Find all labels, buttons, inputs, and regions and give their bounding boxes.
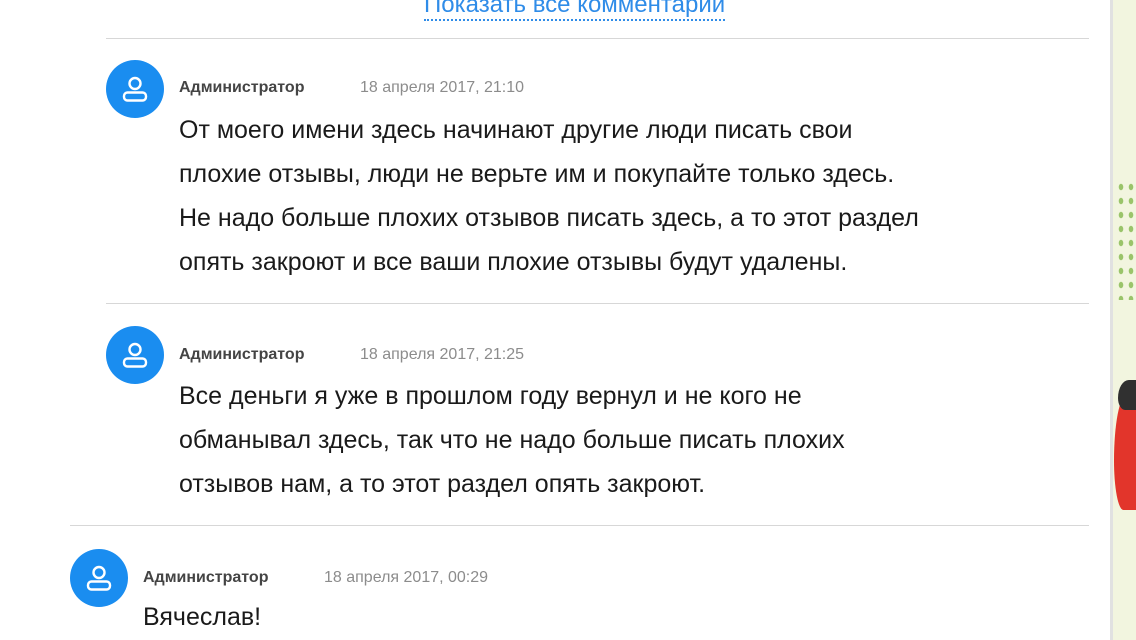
- comment-date: 18 апреля 2017, 21:10: [360, 79, 525, 96]
- user-icon: [122, 76, 148, 102]
- background-bird-image: [1118, 380, 1136, 410]
- comment-author[interactable]: Администратор: [179, 79, 304, 97]
- comment-text-line: обманывал здесь, так что не надо больше …: [179, 426, 845, 454]
- comment-text-line: отзывов нам, а то этот раздел опять закр…: [179, 470, 706, 498]
- avatar[interactable]: [70, 549, 128, 607]
- comment-date: 18 апреля 2017, 21:25: [360, 346, 525, 363]
- avatar[interactable]: [106, 60, 164, 118]
- comment-author[interactable]: Администратор: [179, 346, 304, 364]
- comment-text-line: плохие отзывы, люди не верьте им и покуп…: [179, 160, 895, 188]
- comment-text: Вячеслав!: [143, 595, 261, 639]
- divider: [106, 38, 1089, 39]
- user-icon: [122, 342, 148, 368]
- comment-text-line: От моего имени здесь начинают другие люд…: [179, 116, 853, 144]
- divider: [70, 525, 1089, 526]
- comment-text-line: опять закроют и все ваши плохие отзывы б…: [179, 248, 848, 276]
- page-background-strip: [1110, 0, 1136, 640]
- comment-author[interactable]: Администратор: [143, 569, 268, 587]
- comment-date: 18 апреля 2017, 00:29: [324, 569, 489, 586]
- user-icon: [86, 565, 112, 591]
- avatar[interactable]: [106, 326, 164, 384]
- comment-text-line: Вячеслав!: [143, 603, 262, 631]
- comment-text-line: Все деньги я уже в прошлом году вернул и…: [179, 382, 802, 410]
- background-pattern: [1116, 180, 1134, 300]
- background-decoration: [1114, 395, 1136, 510]
- show-all-comments-link[interactable]: Показать все комментарии: [424, 0, 726, 21]
- comments-page: Показать все комментарии Администратор 1…: [0, 0, 1136, 640]
- comment-text: От моего имени здесь начинают другие люд…: [179, 108, 919, 284]
- comment-text-line: Не надо больше плохих отзывов писать зде…: [179, 204, 919, 232]
- divider: [106, 303, 1089, 304]
- comment-text: Все деньги я уже в прошлом году вернул и…: [179, 374, 845, 506]
